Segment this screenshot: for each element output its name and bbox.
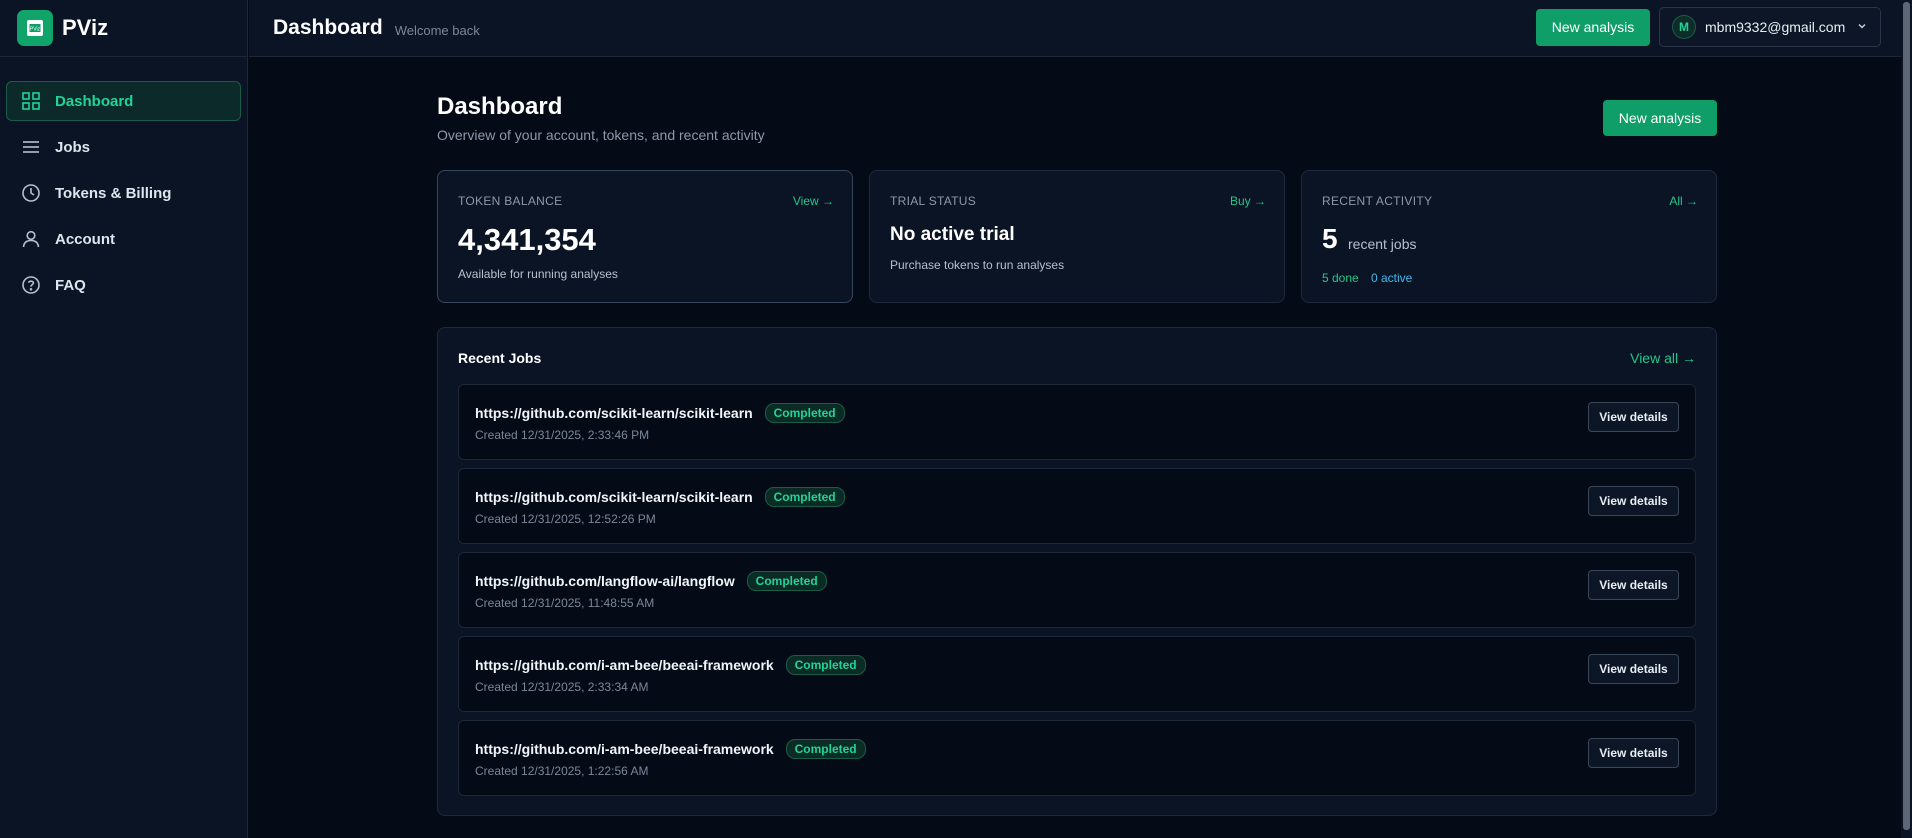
avatar: M	[1672, 15, 1696, 39]
view-details-button[interactable]: View details	[1588, 570, 1679, 600]
new-analysis-button[interactable]: New analysis	[1603, 100, 1717, 136]
view-details-button[interactable]: View details	[1588, 654, 1679, 684]
job-list: https://github.com/scikit-learn/scikit-l…	[458, 384, 1696, 804]
job-created: Created 12/31/2025, 12:52:26 PM	[475, 512, 656, 526]
recent-activity-card: RECENT ACTIVITY All → 5 recent jobs 5 do…	[1301, 170, 1717, 303]
job-url: https://github.com/scikit-learn/scikit-l…	[475, 487, 845, 507]
sidebar-nav: Dashboard Jobs Tokens & Billing Account …	[0, 57, 247, 305]
sidebar-item-tokens-billing[interactable]: Tokens & Billing	[6, 173, 241, 213]
job-url-text: https://github.com/scikit-learn/scikit-l…	[475, 489, 753, 505]
job-url-text: https://github.com/i-am-bee/beeai-framew…	[475, 657, 774, 673]
logo-image-icon: PViz	[27, 20, 43, 36]
recent-jobs-panel: Recent Jobs View all → https://github.co…	[437, 327, 1717, 816]
status-badge: Completed	[785, 739, 866, 759]
view-details-button[interactable]: View details	[1588, 738, 1679, 768]
header-subtitle: Welcome back	[394, 22, 480, 38]
sidebar-item-dashboard[interactable]: Dashboard	[6, 81, 241, 121]
page-header: Dashboard Overview of your account, toke…	[437, 57, 1717, 170]
token-balance-card: TOKEN BALANCE View → 4,341,354 Available…	[437, 170, 853, 303]
job-url: https://github.com/scikit-learn/scikit-l…	[475, 403, 845, 423]
page-title: Dashboard	[437, 93, 563, 120]
page-subtitle: Overview of your account, tokens, and re…	[437, 127, 765, 143]
sidebar: PViz PViz Dashboard Jobs Tokens & Billin…	[0, 0, 248, 838]
job-url: https://github.com/langflow-ai/langflow …	[475, 571, 827, 591]
job-url-text: https://github.com/scikit-learn/scikit-l…	[475, 405, 753, 421]
job-url-text: https://github.com/i-am-bee/beeai-framew…	[475, 741, 774, 757]
trial-status-card: TRIAL STATUS Buy → No active trial Purch…	[869, 170, 1285, 303]
brand-logo: PViz	[17, 10, 53, 46]
view-details-button[interactable]: View details	[1588, 486, 1679, 516]
header-title: Dashboard	[273, 16, 383, 39]
view-details-button[interactable]: View details	[1588, 402, 1679, 432]
header-actions: New analysis M mbm9332@gmail.com	[1536, 7, 1881, 47]
sidebar-item-jobs[interactable]: Jobs	[6, 127, 241, 167]
status-badge: Completed	[764, 487, 845, 507]
sidebar-item-label: Jobs	[55, 138, 91, 156]
recent-jobs-label: recent jobs	[1348, 236, 1417, 252]
recent-activity-all-link[interactable]: All →	[1669, 194, 1698, 208]
main-content: Dashboard Overview of your account, toke…	[437, 57, 1717, 816]
sidebar-item-account[interactable]: Account	[6, 219, 241, 259]
view-all-jobs-link[interactable]: View all →	[1630, 350, 1696, 366]
card-note: Purchase tokens to run analyses	[890, 258, 1065, 272]
job-row: https://github.com/langflow-ai/langflow …	[458, 552, 1696, 628]
sidebar-item-faq[interactable]: FAQ	[6, 265, 241, 305]
job-row: https://github.com/scikit-learn/scikit-l…	[458, 384, 1696, 460]
help-circle-icon	[20, 274, 42, 296]
card-label: RECENT ACTIVITY	[1322, 194, 1433, 208]
job-created: Created 12/31/2025, 2:33:34 AM	[475, 680, 649, 694]
brand[interactable]: PViz PViz	[0, 0, 247, 57]
job-row: https://github.com/scikit-learn/scikit-l…	[458, 468, 1696, 544]
card-label: TRIAL STATUS	[890, 194, 977, 208]
chevron-down-icon	[1857, 18, 1867, 36]
job-created: Created 12/31/2025, 2:33:46 PM	[475, 428, 650, 442]
sidebar-item-label: Tokens & Billing	[55, 184, 172, 202]
recent-jobs-title: Recent Jobs	[458, 350, 542, 366]
token-balance-view-link[interactable]: View →	[793, 194, 834, 208]
grid-icon	[20, 90, 42, 112]
brand-name: PViz	[62, 15, 109, 40]
card-note: Available for running analyses	[458, 267, 618, 281]
scrollbar[interactable]	[1901, 0, 1912, 838]
job-row: https://github.com/i-am-bee/beeai-framew…	[458, 636, 1696, 712]
status-badge: Completed	[746, 571, 827, 591]
active-count: 0 active	[1371, 271, 1413, 285]
user-email: mbm9332@gmail.com	[1705, 19, 1846, 35]
header-new-analysis-button[interactable]: New analysis	[1536, 8, 1650, 46]
done-count: 5 done	[1322, 271, 1359, 285]
sidebar-item-label: Account	[55, 230, 115, 248]
top-bar: Dashboard Welcome back New analysis M mb…	[249, 0, 1912, 57]
list-icon	[20, 136, 42, 158]
job-created: Created 12/31/2025, 1:22:56 AM	[475, 764, 649, 778]
svg-text:PViz: PViz	[30, 27, 41, 33]
status-badge: Completed	[785, 655, 866, 675]
card-label: TOKEN BALANCE	[458, 194, 563, 208]
job-url: https://github.com/i-am-bee/beeai-framew…	[475, 739, 866, 759]
job-url: https://github.com/i-am-bee/beeai-framew…	[475, 655, 866, 675]
trial-buy-link[interactable]: Buy →	[1230, 194, 1266, 208]
job-row: https://github.com/i-am-bee/beeai-framew…	[458, 720, 1696, 796]
clock-icon	[20, 182, 42, 204]
summary-cards: TOKEN BALANCE View → 4,341,354 Available…	[437, 170, 1717, 303]
user-icon	[20, 228, 42, 250]
scrollbar-thumb[interactable]	[1903, 2, 1910, 830]
trial-status-heading: No active trial	[890, 224, 1015, 245]
user-menu-button[interactable]: M mbm9332@gmail.com	[1659, 7, 1881, 47]
recent-jobs-count: 5	[1322, 223, 1338, 254]
job-created: Created 12/31/2025, 11:48:55 AM	[475, 596, 655, 610]
token-balance-value: 4,341,354	[458, 222, 596, 257]
job-url-text: https://github.com/langflow-ai/langflow	[475, 573, 735, 589]
sidebar-item-label: Dashboard	[55, 92, 134, 110]
status-badge: Completed	[764, 403, 845, 423]
sidebar-item-label: FAQ	[55, 276, 86, 294]
